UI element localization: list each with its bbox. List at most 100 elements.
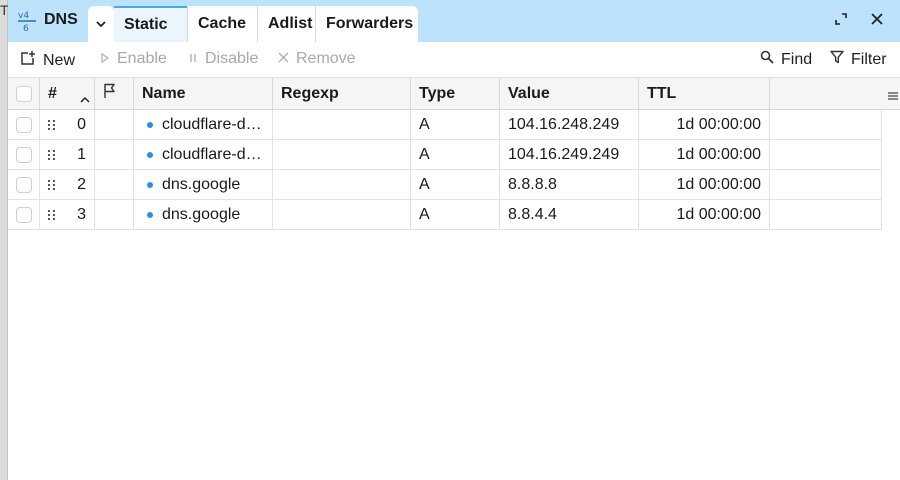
regexp-cell: [273, 140, 411, 170]
row-index: 1: [77, 145, 86, 163]
regexp-cell: [273, 200, 411, 230]
name-cell: cloudflare-dns.com: [134, 110, 273, 140]
new-icon: [20, 50, 36, 71]
sort-asc-icon: [80, 90, 90, 108]
row-index: 3: [77, 205, 86, 223]
value-header-label: Value: [508, 84, 550, 102]
disable-icon: [188, 50, 198, 68]
new-button[interactable]: New: [20, 50, 75, 71]
restore-button[interactable]: [832, 12, 850, 30]
drag-handle-icon[interactable]: [48, 150, 56, 160]
drag-handle-icon[interactable]: [48, 120, 56, 130]
select-all-header: [8, 78, 40, 110]
column-header-ttl[interactable]: TTL: [639, 78, 770, 110]
dns-window: v4 6 DNS Static Cache Adlist Forwarders: [8, 0, 900, 480]
row-checkbox-cell: [8, 200, 40, 230]
new-label: New: [43, 51, 76, 69]
name-cell: dns.google: [134, 200, 273, 230]
flag-cell: [95, 170, 134, 200]
flag-cell: [95, 200, 134, 230]
drag-handle-icon[interactable]: [48, 180, 56, 190]
type-cell: A: [411, 200, 500, 230]
title-bar[interactable]: v4 6 DNS Static Cache Adlist Forwarders: [8, 0, 900, 42]
row-checkbox[interactable]: [15, 116, 32, 133]
flag-icon: [103, 83, 117, 104]
column-header-name[interactable]: Name: [134, 78, 273, 110]
filter-button[interactable]: Filter: [830, 50, 887, 69]
status-dot-icon: [147, 151, 153, 158]
column-menu-icon[interactable]: [888, 88, 898, 106]
svg-text:6: 6: [23, 24, 29, 34]
index-header-label: #: [48, 84, 57, 102]
type-cell: A: [411, 140, 500, 170]
status-dot-icon: [147, 181, 153, 188]
name-cell: dns.google: [134, 170, 273, 200]
ipv4-dns-icon: v4 6: [16, 8, 38, 34]
regexp-header-label: Regexp: [281, 84, 339, 102]
type-cell: A: [411, 110, 500, 140]
filler-cell: [770, 200, 882, 230]
drag-handle-icon[interactable]: [48, 210, 56, 220]
enable-icon: [100, 50, 110, 68]
tab-label: Cache: [198, 15, 247, 32]
row-name: cloudflare-dns.com: [162, 115, 264, 133]
remove-icon: [278, 50, 289, 68]
ttl-cell: 1d 00:00:00: [639, 170, 770, 200]
tab-adlist[interactable]: Adlist: [257, 6, 315, 42]
type-cell: A: [411, 170, 500, 200]
column-header-filler: [770, 78, 900, 110]
row-checkbox[interactable]: [15, 206, 32, 223]
value-cell: 8.8.8.8: [500, 170, 639, 200]
tab-static[interactable]: Static: [114, 6, 187, 42]
index-cell: 3: [40, 200, 95, 230]
name-header-label: Name: [142, 84, 186, 102]
row-checkbox-cell: [8, 110, 40, 140]
find-label: Find: [781, 50, 813, 68]
tab-list-dropdown[interactable]: [88, 6, 114, 42]
tab-cache[interactable]: Cache: [187, 6, 257, 42]
filter-label: Filter: [851, 50, 887, 68]
status-dot-icon: [147, 121, 153, 128]
remove-button[interactable]: Remove: [278, 50, 356, 68]
disable-label: Disable: [205, 50, 259, 67]
index-cell: 1: [40, 140, 95, 170]
row-checkbox[interactable]: [15, 146, 32, 163]
row-name: dns.google: [162, 175, 241, 193]
regexp-cell: [273, 170, 411, 200]
value-cell: 104.16.249.249: [500, 140, 639, 170]
ttl-cell: 1d 00:00:00: [639, 140, 770, 170]
flag-cell: [95, 110, 134, 140]
row-name: dns.google: [162, 205, 241, 223]
tab-forwarders[interactable]: Forwarders: [315, 6, 418, 42]
tab-label: Static: [124, 16, 168, 33]
value-cell: 8.8.4.4: [500, 200, 639, 230]
ttl-cell: 1d 00:00:00: [639, 110, 770, 140]
index-cell: 2: [40, 170, 95, 200]
column-header-regexp[interactable]: Regexp: [273, 78, 411, 110]
remove-label: Remove: [296, 50, 356, 67]
find-button[interactable]: Find: [760, 50, 812, 69]
column-header-type[interactable]: Type: [411, 78, 500, 110]
close-button[interactable]: [868, 12, 886, 30]
filler-cell: [770, 170, 882, 200]
row-checkbox[interactable]: [15, 176, 32, 193]
name-cell: cloudflare-dns.com: [134, 140, 273, 170]
enable-label: Enable: [117, 50, 167, 67]
disable-button[interactable]: Disable: [188, 50, 258, 68]
row-checkbox-cell: [8, 140, 40, 170]
select-all-checkbox[interactable]: [15, 85, 32, 102]
background-window-edge: T: [0, 0, 9, 480]
enable-button[interactable]: Enable: [100, 50, 167, 68]
column-header-flag[interactable]: [95, 78, 134, 110]
chevron-down-icon: [96, 15, 106, 33]
filler-cell: [770, 110, 882, 140]
tab-label: Forwarders: [326, 15, 414, 32]
value-cell: 104.16.248.249: [500, 110, 639, 140]
tab-label: Adlist: [268, 15, 313, 32]
column-header-index[interactable]: #: [40, 78, 95, 110]
close-icon: [871, 12, 883, 30]
toolbar: New Enable Disable Remove Find Filter: [8, 42, 900, 78]
search-icon: [760, 50, 774, 69]
column-header-value[interactable]: Value: [500, 78, 639, 110]
status-dot-icon: [147, 211, 153, 218]
